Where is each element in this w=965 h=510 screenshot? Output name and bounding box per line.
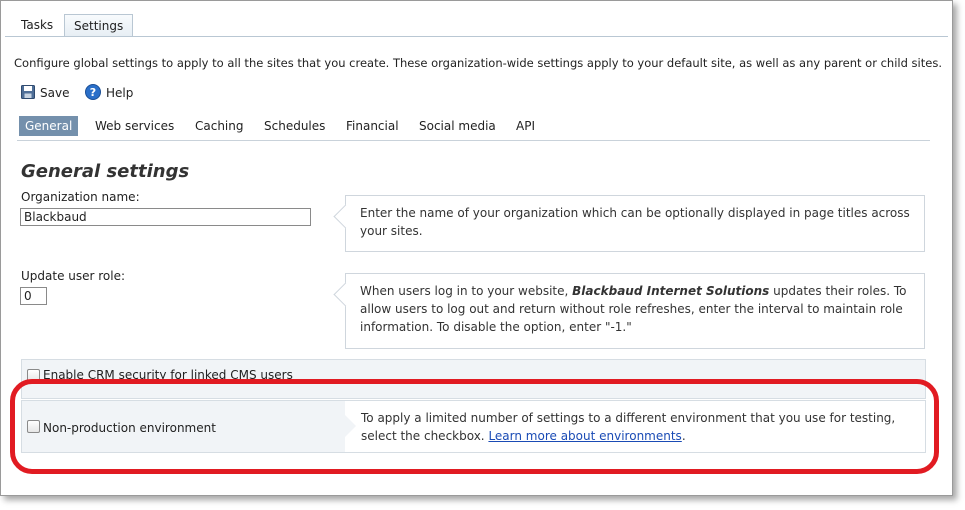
- subtab-financial[interactable]: Financial: [340, 116, 405, 136]
- subtab-social-media[interactable]: Social media: [413, 116, 502, 136]
- crm-security-checkbox[interactable]: [27, 369, 40, 382]
- user-role-help: When users log in to your website, Black…: [345, 273, 925, 349]
- settings-window: Tasks Settings Configure global settings…: [0, 0, 953, 496]
- floppy-disk-icon: [21, 84, 35, 102]
- save-button[interactable]: Save: [21, 84, 69, 102]
- page-description: Configure global settings to apply to al…: [14, 56, 942, 70]
- non-production-checkbox[interactable]: [27, 420, 40, 433]
- help-button[interactable]: ? Help: [85, 83, 134, 103]
- svg-text:?: ?: [90, 86, 96, 99]
- user-role-input[interactable]: 0: [20, 287, 47, 305]
- crm-security-label: Enable CRM security for linked CMS users: [43, 368, 293, 382]
- tab-settings[interactable]: Settings: [64, 14, 134, 36]
- environments-link[interactable]: Learn more about environments: [488, 429, 681, 443]
- org-name-input[interactable]: Blackbaud: [20, 208, 311, 226]
- help-icon: ?: [85, 83, 101, 103]
- non-production-row: Non-production environment To apply a li…: [21, 400, 926, 453]
- non-production-label: Non-production environment: [43, 421, 216, 435]
- non-production-help: To apply a limited number of settings to…: [361, 409, 916, 445]
- org-name-help: Enter the name of your organization whic…: [345, 195, 925, 252]
- product-name: Blackbaud Internet Solutions: [572, 284, 770, 298]
- user-role-help-pre: When users log in to your website,: [360, 284, 573, 298]
- org-name-label: Organization name:: [21, 190, 140, 204]
- tab-divider: [5, 36, 948, 37]
- subtab-api[interactable]: API: [510, 116, 541, 136]
- subtab-web-services[interactable]: Web services: [89, 116, 180, 136]
- subtab-schedules[interactable]: Schedules: [258, 116, 331, 136]
- user-role-label: Update user role:: [21, 269, 126, 283]
- non-production-help-post: .: [681, 429, 686, 443]
- subtab-divider: [17, 140, 930, 141]
- subtab-caching[interactable]: Caching: [189, 116, 250, 136]
- subtab-general[interactable]: General: [19, 116, 79, 136]
- org-name-help-text: Enter the name of your organization whic…: [360, 206, 910, 238]
- save-label: Save: [40, 86, 70, 100]
- callout-arrow: [344, 414, 356, 438]
- crm-security-row: Enable CRM security for linked CMS users: [21, 359, 926, 399]
- section-heading: General settings: [21, 161, 190, 182]
- tab-tasks[interactable]: Tasks: [12, 14, 62, 36]
- help-label: Help: [106, 86, 134, 100]
